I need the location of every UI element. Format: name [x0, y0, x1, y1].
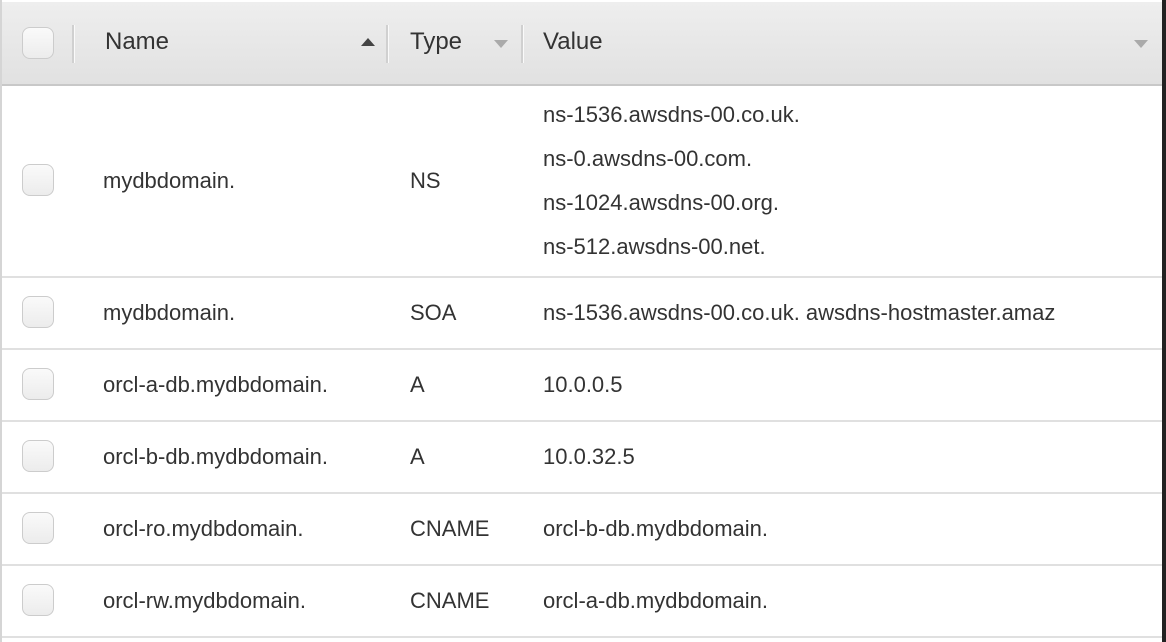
record-sets-table: Name Type Value mydbdomain. NS ns-1536.aw…	[0, 0, 1162, 642]
row-checkbox[interactable]	[22, 164, 54, 196]
record-value: orcl-a-db.mydbdomain.	[543, 579, 768, 623]
select-all-checkbox[interactable]	[22, 27, 54, 59]
record-values: 10.0.32.5	[543, 435, 635, 479]
record-value: ns-512.awsdns-00.net.	[543, 225, 800, 269]
record-value: ns-1024.awsdns-00.org.	[543, 181, 800, 225]
row-checkbox[interactable]	[22, 368, 54, 400]
record-name: orcl-ro.mydbdomain.	[103, 516, 304, 542]
column-type-label: Type	[410, 28, 462, 56]
record-type: NS	[410, 168, 441, 194]
row-checkbox[interactable]	[22, 584, 54, 616]
table-row[interactable]: orcl-ro.mydbdomain. CNAME orcl-b-db.mydbd…	[2, 494, 1162, 566]
record-value: 10.0.0.5	[543, 363, 623, 407]
table-row[interactable]: mydbdomain. NSns-1536.awsdns-00.co.uk.ns…	[2, 86, 1162, 278]
sort-ascending-icon[interactable]	[361, 38, 375, 46]
record-value: orcl-b-db.mydbdomain.	[543, 507, 768, 551]
record-values: 10.0.0.5	[543, 363, 623, 407]
record-values: orcl-a-db.mydbdomain.	[543, 579, 768, 623]
record-name: mydbdomain.	[103, 168, 235, 194]
row-checkbox[interactable]	[22, 296, 54, 328]
table-row[interactable]: orcl-b-db.mydbdomain. A 10.0.32.5	[2, 422, 1162, 494]
record-value: ns-1536.awsdns-00.co.uk.	[543, 93, 800, 137]
record-name: orcl-rw.mydbdomain.	[103, 588, 306, 614]
record-type: CNAME	[410, 588, 489, 614]
record-type: A	[410, 444, 425, 470]
column-divider[interactable]	[386, 25, 389, 63]
row-checkbox[interactable]	[22, 512, 54, 544]
column-name-label: Name	[105, 28, 169, 56]
table-row[interactable]: orcl-a-db.mydbdomain. A 10.0.0.5	[2, 350, 1162, 422]
column-divider[interactable]	[72, 25, 75, 63]
record-type: A	[410, 372, 425, 398]
record-value: ns-0.awsdns-00.com.	[543, 137, 800, 181]
record-value: 10.0.32.5	[543, 435, 635, 479]
table-row[interactable]: mydbdomain. SOA ns-1536.awsdns-00.co.uk. …	[2, 278, 1162, 350]
table-header: Name Type Value	[2, 2, 1162, 86]
record-value: ns-1536.awsdns-00.co.uk. awsdns-hostmast…	[543, 291, 1055, 335]
record-type: CNAME	[410, 516, 489, 542]
record-name: orcl-b-db.mydbdomain.	[103, 444, 328, 470]
sort-descending-icon[interactable]	[1134, 40, 1148, 48]
column-value-label: Value	[543, 28, 603, 56]
table-row[interactable]: orcl-rw.mydbdomain. CNAME orcl-a-db.mydbd…	[2, 566, 1162, 638]
record-values: ns-1536.awsdns-00.co.uk.ns-0.awsdns-00.c…	[543, 93, 800, 269]
record-values: orcl-b-db.mydbdomain.	[543, 507, 768, 551]
row-checkbox[interactable]	[22, 440, 54, 472]
sort-descending-icon[interactable]	[494, 40, 508, 48]
column-divider[interactable]	[521, 25, 524, 63]
record-values: ns-1536.awsdns-00.co.uk. awsdns-hostmast…	[543, 291, 1055, 335]
record-name: orcl-a-db.mydbdomain.	[103, 372, 328, 398]
record-type: SOA	[410, 300, 456, 326]
record-name: mydbdomain.	[103, 300, 235, 326]
window-edge	[1162, 0, 1166, 642]
